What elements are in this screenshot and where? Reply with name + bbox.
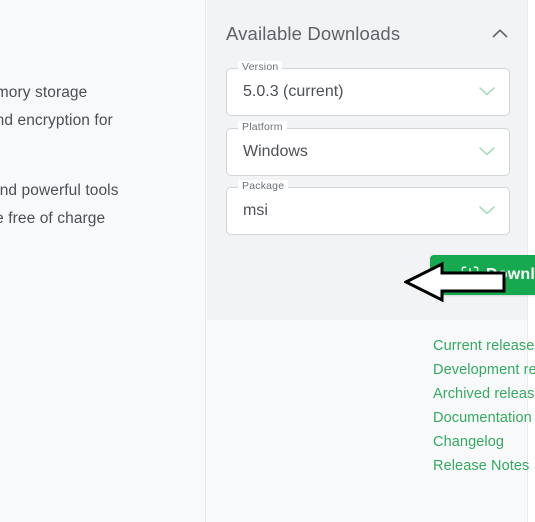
article-text-line: ols, and encryption for <box>0 112 113 129</box>
article-text-line: n-memory storage <box>0 84 88 101</box>
related-links-list: Current releases & packages Development … <box>433 334 535 478</box>
version-select[interactable]: Version 5.0.3 (current) <box>226 61 510 116</box>
link-current-releases[interactable]: Current releases & packages <box>433 334 535 358</box>
download-box-icon <box>461 266 479 283</box>
link-archived-releases[interactable]: Archived releases <box>433 382 535 406</box>
chevron-down-icon[interactable] <box>477 144 497 158</box>
page-root: n-memory storage ols, and encryption for… <box>0 0 535 522</box>
download-button[interactable]: Download <box>430 255 535 295</box>
article-text-line: ilable free of charge <box>0 210 106 227</box>
chevron-up-icon[interactable] <box>489 23 511 45</box>
link-changelog[interactable]: Changelog <box>433 430 535 454</box>
package-select-value: msi <box>243 202 268 219</box>
download-button-label: Download <box>485 266 535 283</box>
link-development-releases[interactable]: Development releases <box>433 358 535 382</box>
package-select[interactable]: Package msi <box>226 180 510 235</box>
chevron-down-icon[interactable] <box>477 203 497 217</box>
platform-select-value: Windows <box>243 143 308 160</box>
article-text-line: ce and powerful tools <box>0 182 119 199</box>
link-documentation[interactable]: Documentation <box>433 406 535 430</box>
panel-title: Available Downloads <box>226 23 401 44</box>
platform-select[interactable]: Platform Windows <box>226 121 510 176</box>
article-column: n-memory storage ols, and encryption for… <box>0 0 206 522</box>
link-release-notes[interactable]: Release Notes <box>433 454 535 478</box>
version-select-value: 5.0.3 (current) <box>243 83 344 100</box>
panel-header: Available Downloads <box>226 18 511 50</box>
chevron-down-icon[interactable] <box>477 84 497 98</box>
available-downloads-panel: Available Downloads Version 5.0.3 (curre… <box>207 0 535 522</box>
